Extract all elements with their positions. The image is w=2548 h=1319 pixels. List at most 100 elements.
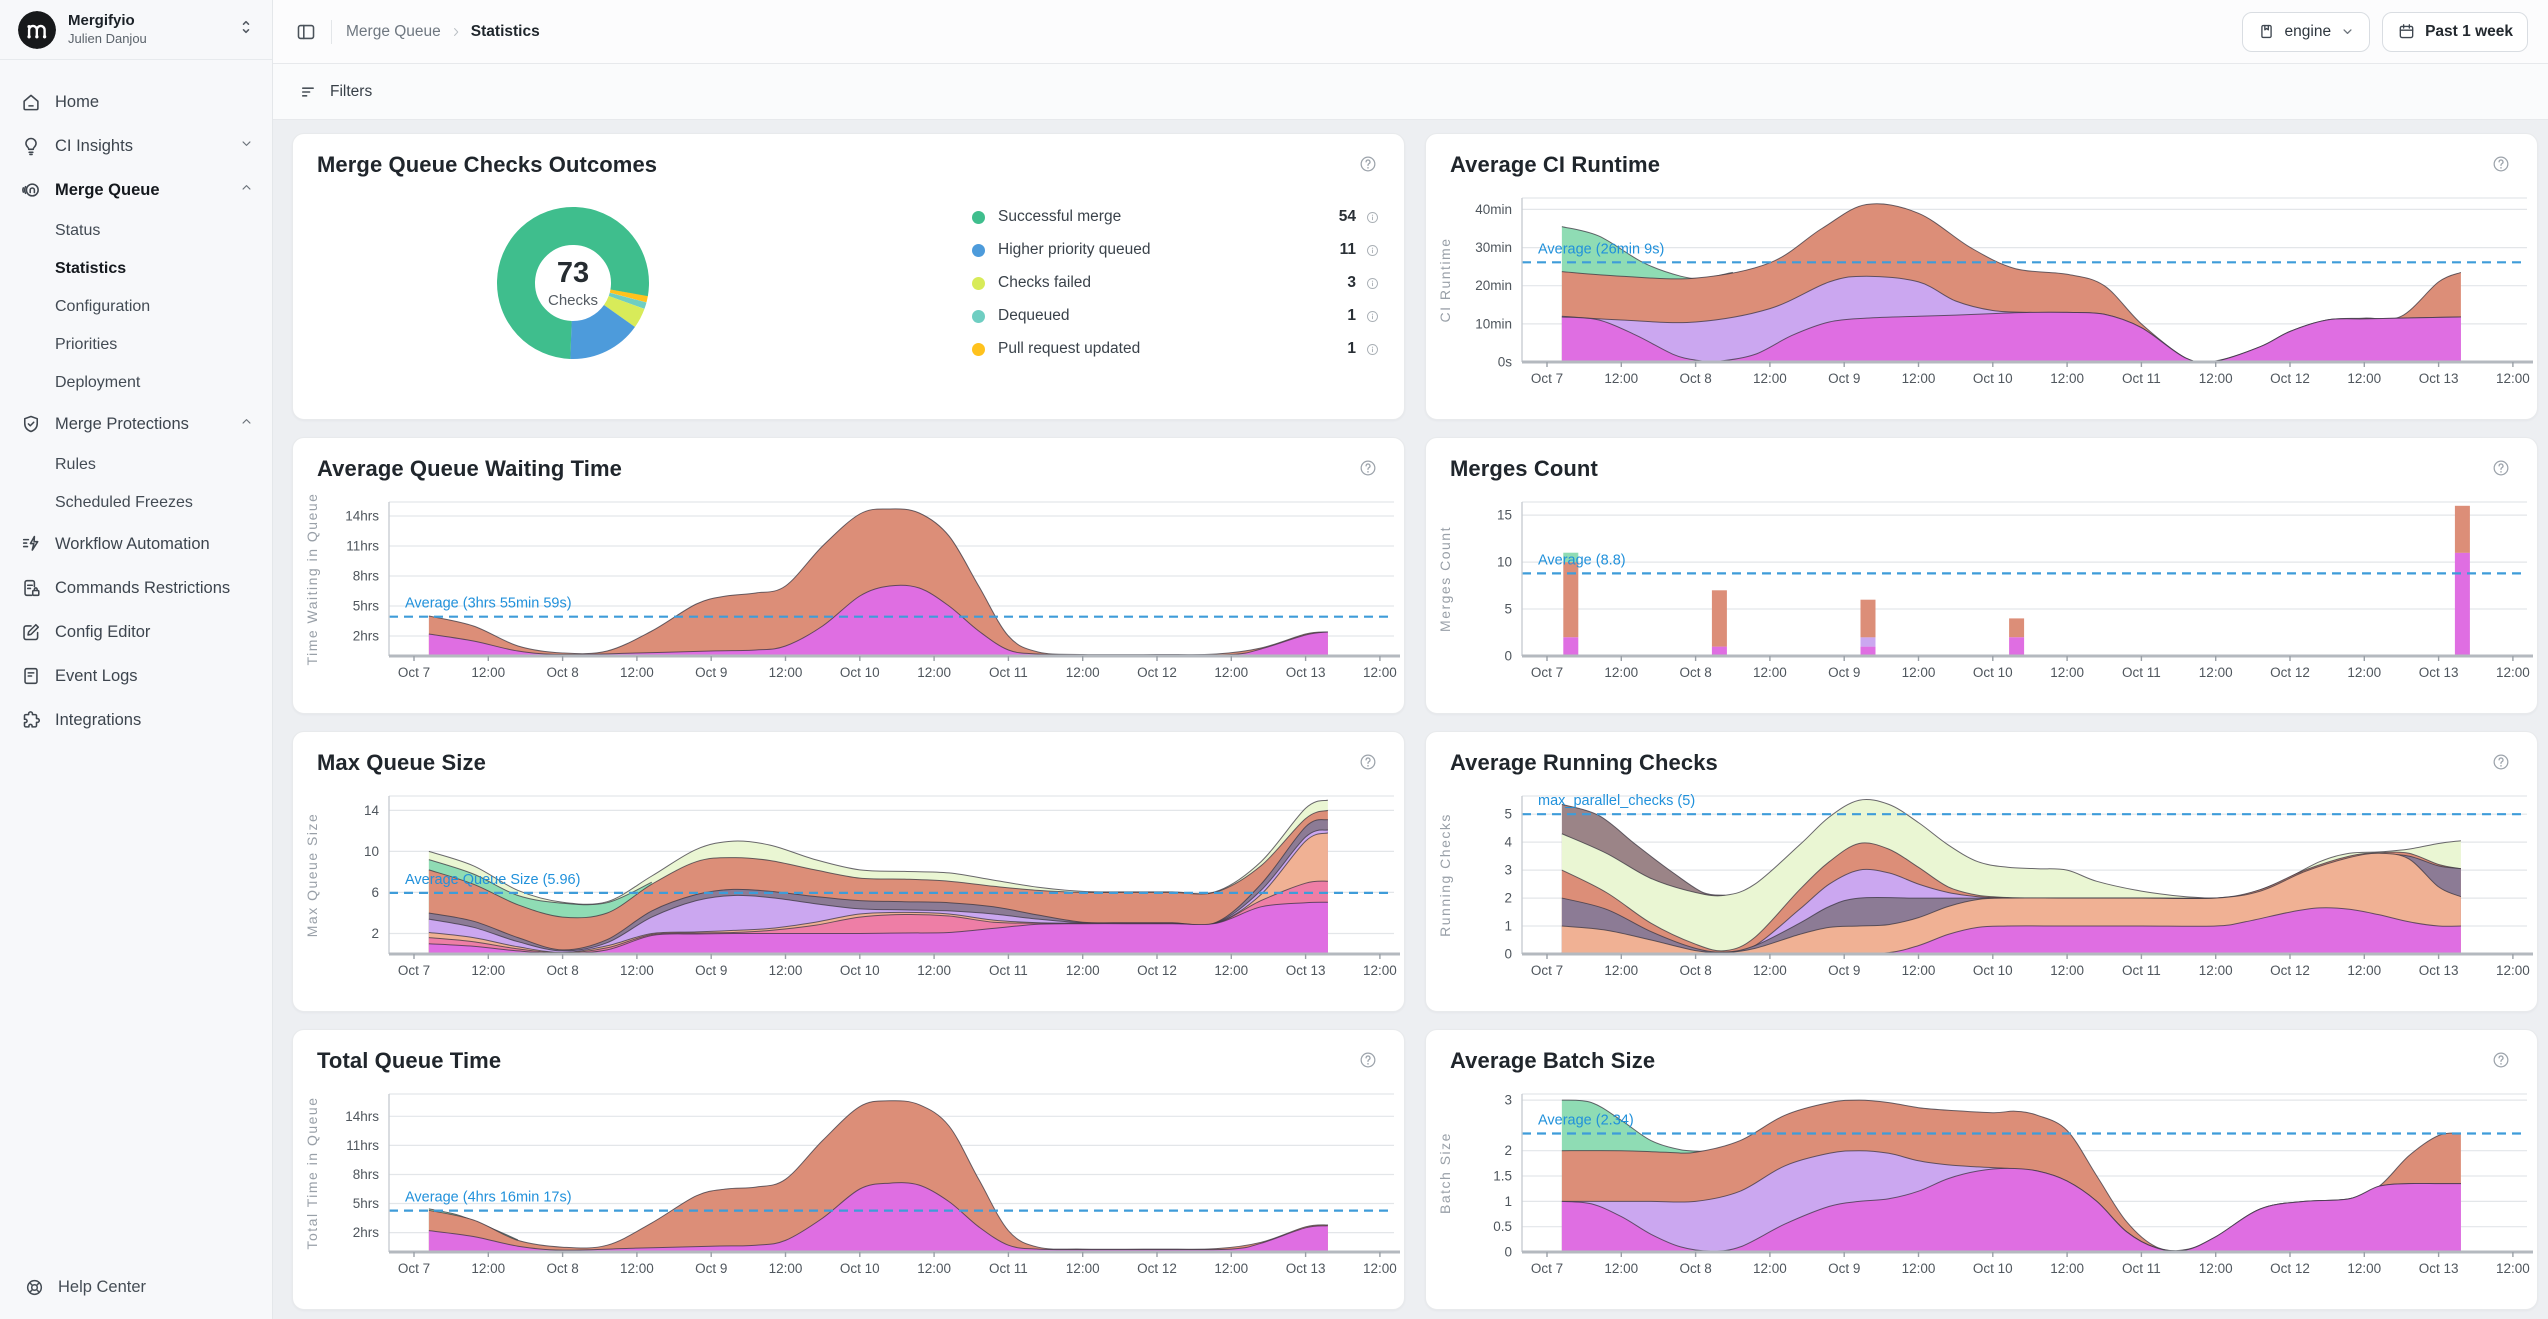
svg-text:Oct 11: Oct 11 <box>2122 963 2161 978</box>
outcomes-chart: 73 Checks Successful merge 54 Higher pri… <box>303 180 1394 386</box>
svg-text:Oct 7: Oct 7 <box>1531 371 1563 386</box>
sidebar-item-integrations[interactable]: Integrations <box>0 698 272 742</box>
date-range-label: Past 1 week <box>2425 23 2513 41</box>
info-circle-icon <box>1365 309 1380 324</box>
filter-icon <box>299 82 319 102</box>
chart-batch-size[interactable]: Average (2.34) 00.511.523Oct 712:00Oct 8… <box>1436 1078 2535 1284</box>
user-name: Julien Danjou <box>68 31 224 47</box>
svg-text:12:00: 12:00 <box>2496 371 2530 386</box>
repository-icon <box>2257 22 2276 41</box>
help-circle-icon[interactable] <box>2491 1050 2511 1070</box>
svg-text:Oct 9: Oct 9 <box>1828 1261 1860 1276</box>
svg-text:Oct 13: Oct 13 <box>1286 665 1326 680</box>
sidebar-item-configuration[interactable]: Configuration <box>0 288 272 326</box>
sidebar-item-commands-restrictions[interactable]: Commands Restrictions <box>0 566 272 610</box>
svg-text:max_parallel_checks (5): max_parallel_checks (5) <box>1538 793 1695 809</box>
svg-text:12:00: 12:00 <box>2050 1261 2084 1276</box>
svg-text:Oct 8: Oct 8 <box>1679 1261 1711 1276</box>
card-title: Merges Count <box>1450 456 1598 482</box>
svg-text:12:00: 12:00 <box>620 665 654 680</box>
svg-text:Oct 9: Oct 9 <box>695 963 727 978</box>
svg-text:Oct 10: Oct 10 <box>1973 371 2013 386</box>
info-circle-icon <box>1365 243 1380 258</box>
svg-text:12:00: 12:00 <box>1902 665 1936 680</box>
filters-label[interactable]: Filters <box>330 83 372 101</box>
svg-text:Oct 8: Oct 8 <box>546 963 578 978</box>
svg-text:12:00: 12:00 <box>1604 665 1638 680</box>
svg-text:Oct 10: Oct 10 <box>840 963 880 978</box>
legend-value: 54 <box>1339 208 1356 226</box>
svg-text:5hrs: 5hrs <box>353 1196 380 1211</box>
sidebar-item-rules[interactable]: Rules <box>0 446 272 484</box>
svg-text:2: 2 <box>1504 891 1512 906</box>
svg-text:12:00: 12:00 <box>2199 963 2233 978</box>
chart-merges-count[interactable]: Average (8.8) 051015Oct 712:00Oct 812:00… <box>1436 486 2535 688</box>
sidebar-item-scheduled-freezes[interactable]: Scheduled Freezes <box>0 484 272 522</box>
svg-text:15: 15 <box>1497 508 1512 523</box>
svg-text:Oct 11: Oct 11 <box>989 665 1028 680</box>
help-circle-icon[interactable] <box>1358 752 1378 772</box>
legend-item-pull-request-updated[interactable]: Pull request updated 1 <box>972 333 1380 366</box>
help-center-link[interactable]: Help Center <box>0 1255 272 1319</box>
date-range-button[interactable]: Past 1 week <box>2382 12 2528 52</box>
svg-text:3: 3 <box>1504 1093 1512 1108</box>
sidebar-item-ci-insights[interactable]: CI Insights <box>0 124 272 168</box>
help-circle-icon[interactable] <box>1358 154 1378 174</box>
svg-text:Oct 9: Oct 9 <box>695 665 727 680</box>
sidebar-item-event-logs[interactable]: Event Logs <box>0 654 272 698</box>
outcomes-donut[interactable]: 73 Checks <box>478 188 668 378</box>
sidebar-subitem-label: Rules <box>55 456 96 474</box>
chart-ci-runtime[interactable]: Average (26min 9s) 0s10min20min30min40mi… <box>1436 182 2535 394</box>
help-circle-icon[interactable] <box>2491 752 2511 772</box>
filter-icon[interactable] <box>299 82 319 102</box>
help-circle-icon[interactable] <box>2491 154 2511 174</box>
sidebar-item-workflow-automation[interactable]: Workflow Automation <box>0 522 272 566</box>
help-circle-icon[interactable] <box>2491 458 2511 478</box>
svg-text:12:00: 12:00 <box>1214 1261 1248 1276</box>
sidebar-toggle-button[interactable] <box>295 21 317 43</box>
legend-item-higher-priority-queued[interactable]: Higher priority queued 11 <box>972 234 1380 267</box>
svg-text:0: 0 <box>1504 649 1512 664</box>
help-circle-icon[interactable] <box>1358 458 1378 478</box>
svg-text:Oct 13: Oct 13 <box>2419 963 2459 978</box>
sidebar-item-home[interactable]: Home <box>0 80 272 124</box>
svg-text:Oct 13: Oct 13 <box>1286 963 1326 978</box>
svg-text:Oct 13: Oct 13 <box>2419 371 2459 386</box>
sidebar-item-merge-queue[interactable]: Merge Queue <box>0 168 272 212</box>
sidebar-item-priorities[interactable]: Priorities <box>0 326 272 364</box>
svg-text:Oct 10: Oct 10 <box>1973 1261 2013 1276</box>
org-switcher[interactable]: Mergifyio Julien Danjou <box>0 0 272 60</box>
org-selector-icon[interactable] <box>236 17 256 42</box>
chart-max-queue-size[interactable]: Average Queue Size (5.96) 261014Oct 712:… <box>303 780 1402 986</box>
lifebuoy-icon <box>24 1277 45 1298</box>
svg-text:14hrs: 14hrs <box>345 1109 379 1124</box>
repository-select[interactable]: engine <box>2242 12 2371 52</box>
svg-text:1: 1 <box>1504 919 1512 934</box>
sidebar-item-deployment[interactable]: Deployment <box>0 364 272 402</box>
svg-text:2hrs: 2hrs <box>353 629 380 644</box>
sidebar-item-statistics[interactable]: Statistics <box>0 250 272 288</box>
legend-item-dequeued[interactable]: Dequeued 1 <box>972 300 1380 333</box>
svg-text:12:00: 12:00 <box>2347 963 2381 978</box>
pencil-square-icon <box>20 621 42 643</box>
svg-text:12:00: 12:00 <box>2050 665 2084 680</box>
sidebar-item-label: Workflow Automation <box>55 535 254 554</box>
mergify-logo-avatar <box>18 11 56 49</box>
breadcrumb-merge-queue[interactable]: Merge Queue <box>346 23 441 41</box>
svg-text:Oct 8: Oct 8 <box>546 1261 578 1276</box>
svg-text:Oct 12: Oct 12 <box>1137 665 1177 680</box>
svg-text:Total Time in Queue: Total Time in Queue <box>304 1096 320 1249</box>
chart-total-queue-time[interactable]: Average (4hrs 16min 17s) 2hrs5hrs8hrs11h… <box>303 1078 1402 1284</box>
svg-text:Average Queue Size (5.96): Average Queue Size (5.96) <box>405 872 580 888</box>
sidebar-item-merge-protections[interactable]: Merge Protections <box>0 402 272 446</box>
chart-running-checks[interactable]: max_parallel_checks (5) 012345Oct 712:00… <box>1436 780 2535 986</box>
sidebar-item-status[interactable]: Status <box>0 212 272 250</box>
help-circle-icon[interactable] <box>1358 1050 1378 1070</box>
chart-queue-waiting[interactable]: Average (3hrs 55min 59s) 2hrs5hrs8hrs11h… <box>303 486 1402 688</box>
home-icon <box>20 91 42 113</box>
doc-lock-icon <box>20 577 42 599</box>
sidebar-item-config-editor[interactable]: Config Editor <box>0 610 272 654</box>
selector-icon <box>236 17 256 37</box>
legend-item-successful-merge[interactable]: Successful merge 54 <box>972 201 1380 234</box>
legend-item-checks-failed[interactable]: Checks failed 3 <box>972 267 1380 300</box>
